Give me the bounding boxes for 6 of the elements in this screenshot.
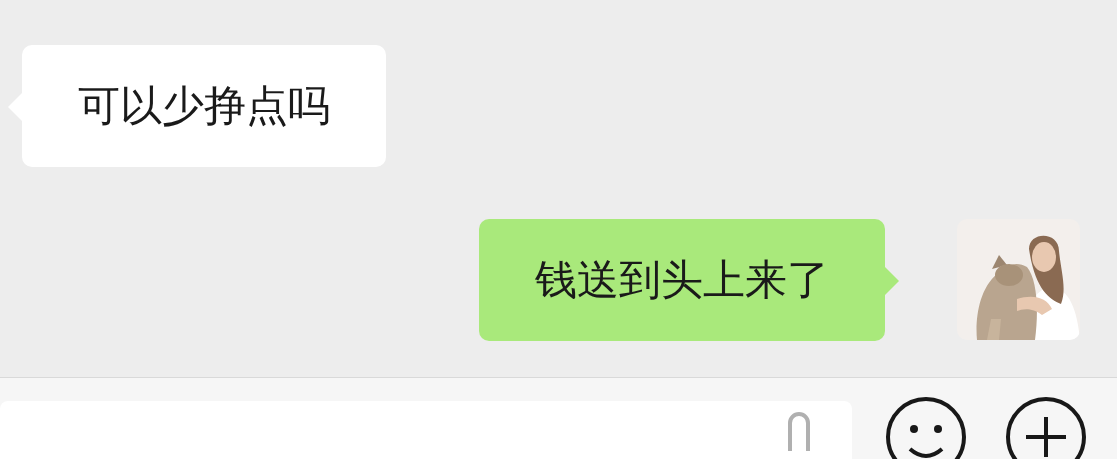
message-bubble: 可以少挣点吗: [22, 45, 386, 167]
bubble-tail: [885, 267, 899, 295]
message-bubble: 钱送到头上来了: [479, 219, 885, 341]
plus-icon[interactable]: [1004, 395, 1088, 459]
input-field[interactable]: [0, 401, 852, 459]
emoji-icon[interactable]: [884, 395, 968, 459]
